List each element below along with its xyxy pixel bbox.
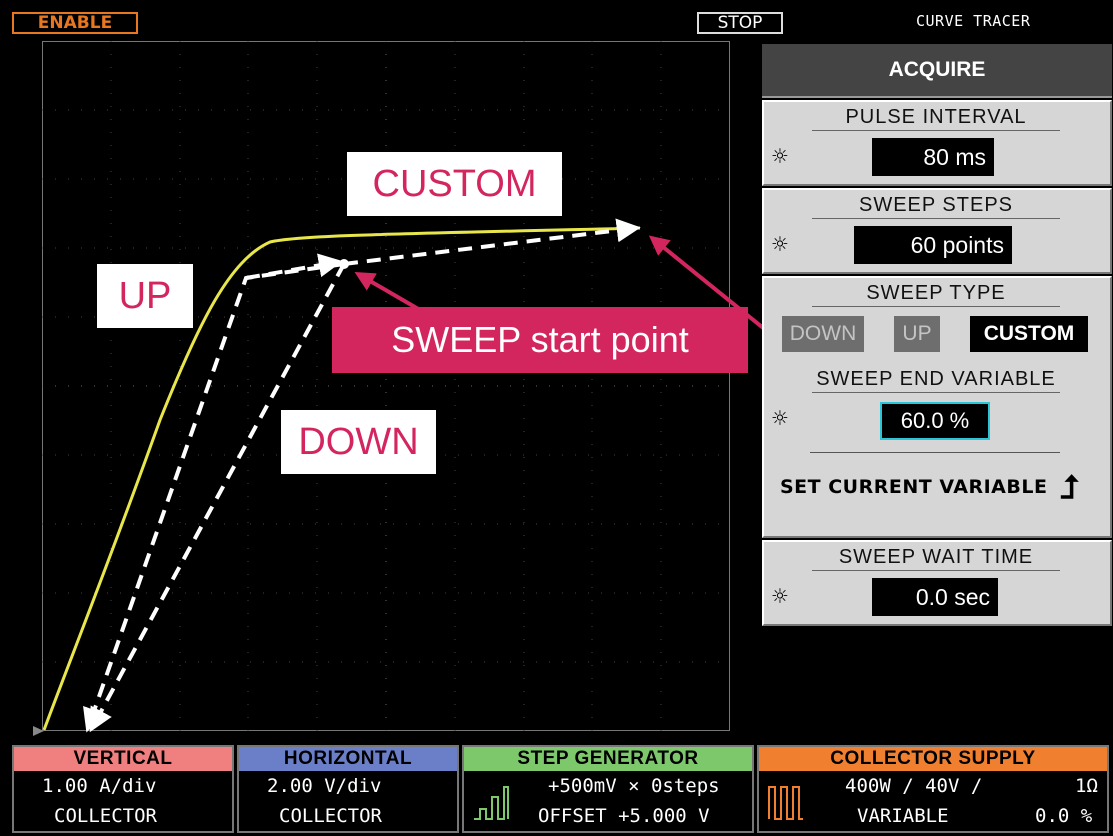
status-panels: VERTICAL 1.00 A/div COLLECTOR HORIZONTAL… [12,745,1109,833]
sweep-type-custom[interactable]: CUSTOM [970,316,1088,352]
label-up: UP [97,264,193,328]
knob-icon: ☼ [772,230,788,260]
knob-icon: ☼ [772,582,788,612]
knob-icon: ☼ [772,404,788,434]
sweep-steps-box[interactable]: SWEEP STEPS ☼ 60 points [762,188,1112,274]
step-wave-icon [474,786,509,820]
collector-supply-title: COLLECTOR SUPPLY [759,747,1107,771]
sweep-start-marker [339,259,349,269]
menu-title: ACQUIRE [762,44,1112,98]
sweep-wait-time-title: SWEEP WAIT TIME [812,544,1060,571]
sweep-type-box: SWEEP TYPE DOWN UP CUSTOM SWEEP END VARI… [762,276,1112,538]
divider [810,452,1060,453]
sweep-wait-time-box[interactable]: SWEEP WAIT TIME ☼ 0.0 sec [762,540,1112,626]
set-current-variable-button[interactable]: SET CURRENT VARIABLE [780,476,1047,498]
collector-supply-resistor: 1Ω [1075,775,1098,797]
collector-supply-rating: 400W / 40V / [845,775,983,797]
sweep-type-title: SWEEP TYPE [812,280,1060,307]
sweep-type-up[interactable]: UP [894,316,940,352]
acquire-menu: ACQUIRE PULSE INTERVAL ☼ 80 ms SWEEP STE… [762,44,1112,626]
step-generator-amplitude: +500mV × 0steps [548,775,720,797]
pulse-interval-box[interactable]: PULSE INTERVAL ☼ 80 ms [762,100,1112,186]
collector-supply-percent: 0.0 % [1035,805,1093,827]
origin-marker [33,726,44,736]
sweep-wait-time-value[interactable]: 0.0 sec [872,578,998,616]
label-down: DOWN [281,410,436,474]
vertical-source: COLLECTOR [54,805,157,827]
collector-supply-mode: VARIABLE [857,805,949,827]
pulse-interval-title: PULSE INTERVAL [812,104,1060,131]
pulse-interval-value[interactable]: 80 ms [872,138,994,176]
knob-icon: ☼ [772,142,788,172]
step-generator-panel[interactable]: STEP GENERATOR +500mV × 0steps OFFSET +5… [462,745,754,833]
return-arrow-icon: ⮥ [1060,468,1079,506]
horizontal-source: COLLECTOR [279,805,382,827]
step-generator-offset: OFFSET +5.000 V [538,805,710,827]
step-generator-title: STEP GENERATOR [464,747,752,771]
horizontal-title: HORIZONTAL [239,747,457,771]
sweep-steps-value[interactable]: 60 points [854,226,1012,264]
sweep-steps-title: SWEEP STEPS [812,192,1060,219]
sweep-end-variable-value[interactable]: 60.0 % [880,402,990,440]
vertical-scale: 1.00 A/div [42,775,157,797]
label-custom: CUSTOM [347,152,562,216]
pulse-wave-icon [768,786,803,820]
horizontal-panel[interactable]: HORIZONTAL 2.00 V/div COLLECTOR [237,745,459,833]
vertical-panel[interactable]: VERTICAL 1.00 A/div COLLECTOR [12,745,234,833]
collector-supply-panel[interactable]: COLLECTOR SUPPLY 400W / 40V / 1Ω VARIABL… [757,745,1109,833]
sweep-end-variable-title: SWEEP END VARIABLE [812,366,1060,393]
horizontal-scale: 2.00 V/div [267,775,382,797]
label-sweep-start: SWEEP start point [332,307,748,373]
vertical-title: VERTICAL [14,747,232,771]
sweep-type-down[interactable]: DOWN [782,316,864,352]
